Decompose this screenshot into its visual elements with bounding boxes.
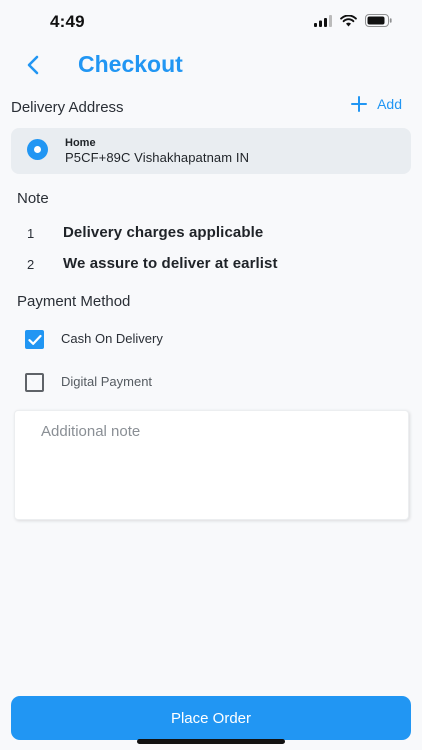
digital-checkbox[interactable] (25, 373, 44, 392)
page-title: Checkout (78, 51, 183, 77)
radio-selected-dot (34, 146, 41, 153)
signal-icon (314, 14, 332, 27)
address-name: Home (65, 137, 96, 149)
add-address-button[interactable]: Add (351, 96, 402, 112)
home-indicator (137, 739, 285, 744)
header: Checkout (0, 44, 422, 86)
note-item: 2 We assure to deliver at earlist (0, 255, 422, 277)
note-label: Note (17, 190, 49, 207)
battery-icon (365, 14, 392, 27)
delivery-address-label: Delivery Address (11, 99, 124, 116)
back-button[interactable] (18, 50, 48, 80)
address-line: P5CF+89C Vishakhapatnam IN (65, 150, 250, 165)
address-radio[interactable] (27, 139, 48, 160)
note-text: Delivery charges applicable (63, 224, 264, 241)
payment-option-digital[interactable]: Digital Payment (0, 372, 300, 396)
add-label: Add (377, 96, 402, 112)
status-bar: 4:49 (0, 0, 422, 44)
wifi-icon (340, 14, 357, 26)
payment-option-cash[interactable]: Cash On Delivery (0, 329, 300, 353)
chevron-left-icon (27, 55, 39, 75)
note-item: 1 Delivery charges applicable (0, 224, 422, 246)
checkout-screen: 4:49 Checkout Delivery Address Add Home … (0, 0, 422, 750)
status-icons (314, 14, 392, 27)
additional-note-input[interactable] (14, 410, 409, 520)
address-card[interactable]: Home P5CF+89C Vishakhapatnam IN (11, 128, 411, 174)
place-order-button[interactable]: Place Order (11, 696, 411, 740)
payment-method-label: Payment Method (17, 293, 131, 310)
note-number: 2 (27, 257, 35, 272)
cash-on-delivery-label: Cash On Delivery (61, 331, 163, 346)
plus-icon (351, 96, 368, 112)
status-time: 4:49 (50, 12, 85, 31)
check-icon (27, 334, 42, 345)
digital-payment-label: Digital Payment (61, 374, 153, 389)
note-text: We assure to deliver at earlist (63, 255, 278, 272)
note-number: 1 (27, 226, 35, 241)
cash-checkbox[interactable] (25, 330, 44, 349)
